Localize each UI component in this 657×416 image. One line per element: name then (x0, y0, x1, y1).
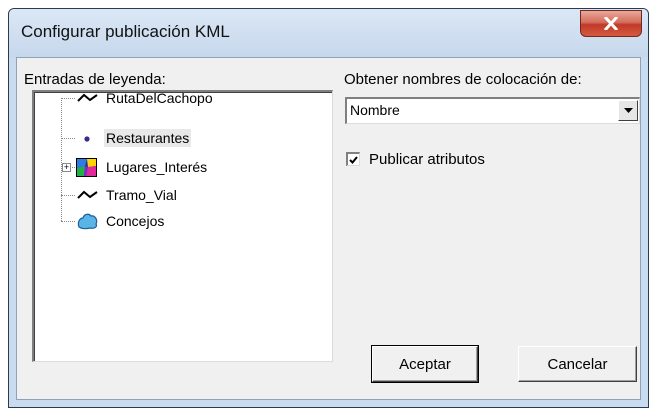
close-button[interactable] (580, 10, 642, 37)
dropdown-button[interactable] (618, 100, 638, 121)
publish-attributes-label: Publicar atributos (369, 150, 485, 168)
legend-item-lugares-interes[interactable]: Lugares_Interés (104, 157, 209, 177)
dropdown-selected-value: Nombre (350, 102, 400, 118)
legend-item-restaurantes[interactable]: Restaurantes (104, 128, 192, 148)
multicolor-polygon-icon (76, 158, 97, 177)
tree-connector-line (61, 98, 62, 221)
tree-connector-line (61, 221, 75, 222)
line-symbol-icon (77, 190, 98, 199)
legend-item-label: Concejos (106, 213, 165, 229)
chevron-down-icon (623, 108, 633, 113)
tree-connector-line (61, 98, 75, 99)
legend-entries-label: Entradas de leyenda: (24, 71, 166, 88)
placemark-name-field-dropdown[interactable]: Nombre (345, 97, 640, 124)
expand-toggle-lugares[interactable]: + (62, 163, 71, 172)
legend-item-rutadelcachopo[interactable]: RutaDelCachopo (104, 88, 215, 108)
cancel-button[interactable]: Cancelar (518, 346, 637, 382)
publish-attributes-option[interactable]: Publicar atributos (346, 149, 485, 169)
tree-connector-line (61, 138, 75, 139)
legend-item-label: Restaurantes (104, 129, 192, 147)
title-bar: Configurar publicación KML (9, 9, 648, 57)
accept-button[interactable]: Aceptar (371, 345, 479, 383)
legend-item-label: Lugares_Interés (106, 159, 208, 175)
legend-item-tramo-vial[interactable]: Tramo_Vial (104, 185, 179, 205)
line-symbol-icon (77, 93, 98, 102)
legend-item-concejos[interactable]: Concejos (104, 211, 166, 231)
placemark-names-label: Obtener nombres de colocación de: (344, 71, 582, 88)
legend-item-label: Tramo_Vial (106, 187, 177, 203)
tree-connector-line (61, 195, 75, 196)
polygon-symbol-icon (77, 213, 98, 230)
dialog-title: Configurar publicación KML (21, 22, 230, 41)
publish-attributes-checkbox[interactable] (346, 152, 360, 166)
checkmark-icon (349, 155, 358, 164)
point-symbol-icon (84, 136, 90, 142)
legend-item-label: RutaDelCachopo (106, 90, 213, 106)
legend-tree[interactable]: RutaDelCachopo Restaurantes + Lugares_In… (32, 90, 333, 362)
close-icon (604, 17, 618, 30)
